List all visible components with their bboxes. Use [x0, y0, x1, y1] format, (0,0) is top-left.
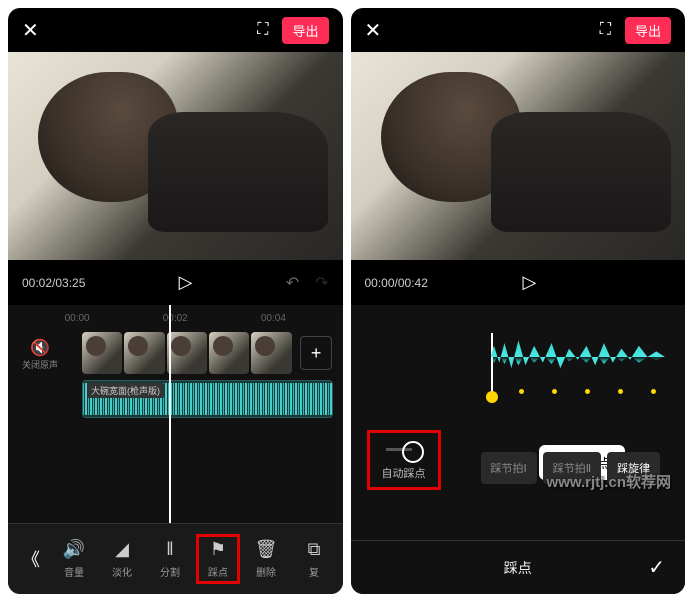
tool-copy[interactable]: ⧉复 — [292, 535, 336, 583]
tool-label: 复 — [309, 564, 319, 579]
video-clip[interactable] — [167, 332, 207, 374]
time-display: 00:00/00:42 — [365, 276, 428, 290]
tool-split[interactable]: ‖ 分割 — [148, 535, 192, 583]
tool-beat[interactable]: ⚑ 踩点 — [196, 534, 240, 584]
toggle-switch-icon — [384, 439, 424, 461]
video-preview[interactable] — [8, 52, 343, 260]
editor-screen-left: ✕ ⛶ 导出 00:02/03:25 ▷ ↶ ↷ 00:00 00:02 00:… — [8, 8, 343, 594]
confirm-icon[interactable]: ✓ — [648, 555, 665, 580]
mute-label: 关闭原声 — [22, 360, 58, 370]
audio-track-label: 大碗宽面(枪声版) — [87, 383, 164, 398]
beat-dot[interactable] — [651, 389, 656, 394]
playback-controls: 00:00/00:42 ▷ — [351, 260, 686, 305]
beat-dot[interactable] — [618, 389, 623, 394]
fade-icon: ◢ — [115, 539, 129, 560]
tool-fade[interactable]: ◢ 淡化 — [100, 535, 144, 583]
playback-controls: 00:02/03:25 ▷ ↶ ↷ — [8, 260, 343, 305]
split-icon: ‖ — [166, 539, 173, 560]
timeline[interactable]: 00:00 00:02 00:04 🔇 关闭原声 + 大碗宽面(枪声版) — [8, 305, 343, 523]
copy-icon: ⧉ — [308, 539, 321, 560]
auto-beat-label: 自动踩点 — [382, 465, 426, 481]
speaker-muted-icon: 🔇 — [22, 338, 58, 358]
track-area: 🔇 关闭原声 + 大碗宽面(枪声版) — [8, 332, 343, 418]
video-clip[interactable] — [82, 332, 122, 374]
export-button[interactable]: 导出 — [282, 17, 328, 44]
add-clip-button[interactable]: + — [300, 336, 333, 370]
tool-label: 踩点 — [208, 564, 228, 579]
close-icon[interactable]: ✕ — [22, 18, 39, 43]
auto-beat-toggle[interactable]: 自动踩点 — [367, 430, 441, 490]
mute-original[interactable]: 🔇 关闭原声 — [22, 338, 58, 371]
tool-label: 淡化 — [112, 564, 132, 579]
expand-icon[interactable]: ⛶ — [600, 21, 611, 39]
expand-icon[interactable]: ⛶ — [257, 21, 268, 39]
tool-delete[interactable]: 🗑 删除 — [244, 535, 288, 583]
ruler-tick: 00:02 — [163, 313, 188, 324]
bottom-bar: 踩点 ✓ — [351, 540, 686, 594]
beat-mode-1[interactable]: 踩节拍Ⅰ — [481, 452, 537, 484]
tool-label: 音量 — [64, 564, 84, 579]
play-icon[interactable]: ▷ — [179, 272, 193, 293]
undo-icon[interactable]: ↶ — [286, 273, 299, 293]
redo-icon[interactable]: ↷ — [315, 273, 328, 293]
beat-dot[interactable] — [552, 389, 557, 394]
ruler-tick: 00:00 — [65, 313, 90, 324]
top-right-controls: ⛶ 导出 — [257, 17, 328, 44]
back-icon[interactable]: 《 — [14, 542, 48, 576]
play-icon[interactable]: ▷ — [523, 272, 537, 293]
ruler-tick: 00:04 — [261, 313, 286, 324]
export-button[interactable]: 导出 — [625, 17, 671, 44]
video-clip[interactable] — [124, 332, 164, 374]
bottom-toolbar: 《 🔊音量 ◢淡化 ‖分割 ⚑踩点 🗑删除 ⧉复 — [8, 523, 343, 594]
screen-title: 踩点 — [504, 558, 532, 578]
time-display: 00:02/03:25 — [22, 276, 85, 290]
beat-dot[interactable] — [519, 389, 524, 394]
video-clips: + — [82, 332, 333, 374]
close-icon[interactable]: ✕ — [365, 18, 382, 43]
watermark-text: www.rjtj.cn软荐网 — [547, 471, 671, 492]
top-bar: ✕ ⛶ 导出 — [8, 8, 343, 52]
tool-label: 分割 — [160, 564, 180, 579]
video-preview[interactable] — [351, 52, 686, 260]
undo-redo: ↶ ↷ — [286, 273, 329, 293]
top-right-controls: ⛶ 导出 — [600, 17, 671, 44]
flag-icon: ⚑ — [210, 539, 226, 560]
beat-dots — [519, 389, 656, 394]
time-ruler: 00:00 00:02 00:04 — [8, 313, 343, 324]
trash-icon: 🗑 — [255, 539, 278, 560]
playhead[interactable] — [169, 305, 171, 523]
tool-label: 删除 — [256, 564, 276, 579]
editor-screen-right: ✕ ⛶ 导出 00:00/00:42 ▷ —删除点 自动踩点 踩节拍Ⅰ 踩节拍Ⅱ… — [351, 8, 686, 594]
beat-timeline[interactable]: —删除点 自动踩点 踩节拍Ⅰ 踩节拍Ⅱ 踩旋律 www.rjtj.cn软荐网 — [351, 305, 686, 540]
volume-icon: 🔊 — [63, 539, 85, 560]
beat-dot[interactable] — [585, 389, 590, 394]
tool-volume[interactable]: 🔊 音量 — [52, 535, 96, 583]
video-clip[interactable] — [251, 332, 291, 374]
audio-track[interactable]: 大碗宽面(枪声版) — [82, 380, 333, 418]
video-clip[interactable] — [209, 332, 249, 374]
top-bar: ✕ ⛶ 导出 — [351, 8, 686, 52]
waveform-large[interactable] — [491, 329, 666, 385]
